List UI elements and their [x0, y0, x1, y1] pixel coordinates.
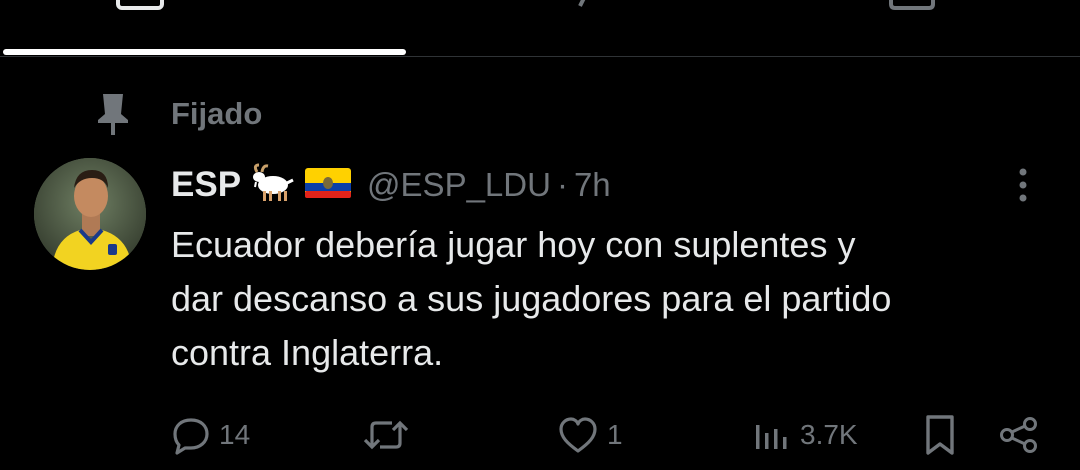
media-icon [889, 0, 935, 10]
heart-icon [559, 417, 597, 453]
tab-replies[interactable] [556, 0, 596, 10]
profile-tab-bar [0, 0, 1080, 58]
repost-button[interactable] [362, 412, 418, 458]
reply-count: 14 [219, 419, 251, 450]
avatar[interactable] [34, 158, 146, 270]
bookmark-icon [926, 415, 954, 455]
tweet-header: ESP @ESP_LDU · 7h [171, 162, 611, 208]
tab-posts[interactable] [116, 0, 306, 10]
avatar-image [34, 158, 146, 270]
separator-dot: · [556, 166, 568, 203]
like-button[interactable]: 1 [557, 412, 623, 458]
author-name[interactable]: ESP [171, 165, 241, 205]
tab-divider [0, 56, 1080, 57]
more-vertical-icon [1019, 168, 1027, 202]
reply-button[interactable]: 14 [171, 412, 250, 458]
bookmark-button[interactable] [920, 412, 960, 458]
ecuador-flag-icon [305, 166, 352, 205]
share-button[interactable] [998, 412, 1042, 458]
like-count: 1 [607, 419, 623, 450]
author-handle[interactable]: @ESP_LDU [367, 166, 551, 204]
active-tab-indicator [3, 49, 406, 55]
more-options-button[interactable] [1008, 166, 1038, 206]
views-chart-icon [756, 425, 787, 449]
goat-emoji-icon [251, 163, 297, 208]
pin-icon [98, 94, 128, 135]
posts-icon [116, 0, 164, 10]
pinned-indicator [96, 92, 130, 136]
tweet-time[interactable]: 7h [574, 166, 611, 204]
views-button[interactable]: 3.7K [752, 412, 858, 458]
tweet-text: Ecuador debería jugar hoy con suplentes … [171, 224, 892, 373]
share-icon [1000, 417, 1037, 453]
reply-icon [173, 418, 209, 455]
replies-icon [578, 0, 586, 7]
repost-icon [363, 420, 409, 450]
views-count: 3.7K [800, 419, 858, 450]
tweet-actions: 14 1 3.7K [0, 412, 1080, 458]
tab-media[interactable] [888, 0, 936, 10]
pinned-label: Fijado [171, 96, 263, 131]
